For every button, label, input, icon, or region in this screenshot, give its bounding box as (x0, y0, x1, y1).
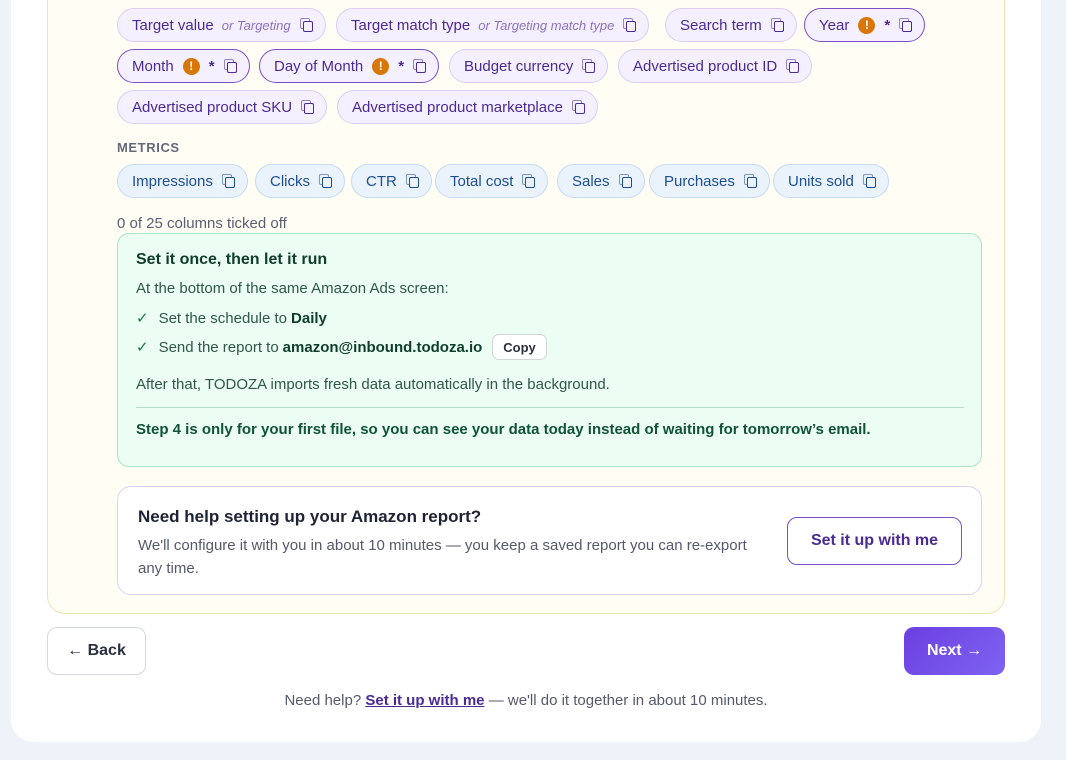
copy-icon[interactable] (319, 174, 332, 188)
warning-icon: ! (182, 57, 200, 75)
schedule-intro: At the bottom of the same Amazon Ads scr… (136, 280, 449, 297)
schedule-step-email: ✓ Send the report to amazon@inbound.todo… (136, 334, 547, 360)
footer-help: Need help? Set it up with me — we'll do … (284, 692, 768, 709)
schedule-after-text: After that, TODOZA imports fresh data au… (136, 376, 610, 393)
copy-icon[interactable] (301, 100, 315, 114)
column-chip-month[interactable]: Month ! * (117, 49, 250, 83)
column-chip-advertised-product-id[interactable]: Advertised product ID (618, 49, 813, 83)
columns-progress-text: 0 of 25 columns ticked off (117, 215, 287, 232)
column-chip-budget-currency[interactable]: Budget currency (449, 49, 609, 83)
schedule-info-box: Set it once, then let it run At the bott… (117, 233, 982, 467)
copy-icon[interactable] (618, 174, 632, 188)
copy-icon[interactable] (223, 59, 237, 73)
copy-icon[interactable] (623, 18, 637, 32)
metric-chip-clicks[interactable]: Clicks (255, 164, 345, 198)
warning-icon: ! (858, 16, 876, 34)
help-title: Need help setting up your Amazon report? (138, 507, 482, 526)
metric-chip-total-cost[interactable]: Total cost (435, 164, 549, 198)
column-chip-advertised-product-sku[interactable]: Advertised product SKU (117, 90, 328, 124)
schedule-note: Step 4 is only for your first file, so y… (136, 421, 871, 438)
back-button[interactable]: ← Back (47, 627, 146, 675)
schedule-title: Set it once, then let it run (136, 251, 328, 268)
column-chip-search-term[interactable]: Search term (665, 8, 797, 42)
column-chip-day-of-month[interactable]: Day of Month ! * (259, 49, 440, 83)
column-chip-target-match-type[interactable]: Target match type or Targeting match typ… (336, 8, 650, 42)
footer-set-it-up-link[interactable]: Set it up with me (365, 692, 484, 709)
warning-icon: ! (372, 57, 390, 75)
help-description: We'll configure it with you in about 10 … (138, 537, 747, 577)
copy-icon[interactable] (405, 174, 419, 188)
metric-chip-purchases[interactable]: Purchases (649, 164, 770, 198)
copy-icon[interactable] (571, 100, 585, 114)
next-button[interactable]: Next → (904, 627, 1005, 675)
copy-icon[interactable] (413, 59, 427, 73)
metric-chip-sales[interactable]: Sales (557, 164, 645, 198)
copy-icon[interactable] (770, 18, 784, 32)
metric-chip-ctr[interactable]: CTR (351, 164, 432, 198)
copy-icon[interactable] (221, 174, 235, 188)
metric-chip-units-sold[interactable]: Units sold (773, 164, 889, 198)
copy-icon[interactable] (743, 174, 757, 188)
check-icon: ✓ (136, 339, 149, 356)
metric-chip-impressions[interactable]: Impressions (117, 164, 248, 198)
help-box: Need help setting up your Amazon report?… (117, 486, 982, 595)
copy-icon[interactable] (299, 18, 313, 32)
column-chip-target-value[interactable]: Target value or Targeting (117, 8, 326, 42)
copy-icon[interactable] (582, 59, 596, 73)
copy-icon[interactable] (786, 59, 800, 73)
column-chip-year[interactable]: Year ! * (804, 8, 926, 42)
copy-icon[interactable] (862, 174, 876, 188)
column-chip-advertised-product-marketplace[interactable]: Advertised product marketplace (337, 90, 598, 124)
copy-email-button[interactable]: Copy (492, 334, 547, 360)
schedule-step-daily: ✓ Set the schedule to Daily (136, 309, 327, 328)
divider (136, 407, 964, 408)
metrics-section-label: METRICS (117, 140, 180, 155)
copy-icon[interactable] (899, 18, 913, 32)
copy-icon[interactable] (522, 174, 536, 188)
check-icon: ✓ (136, 310, 149, 327)
set-it-up-button[interactable]: Set it up with me (787, 517, 962, 565)
